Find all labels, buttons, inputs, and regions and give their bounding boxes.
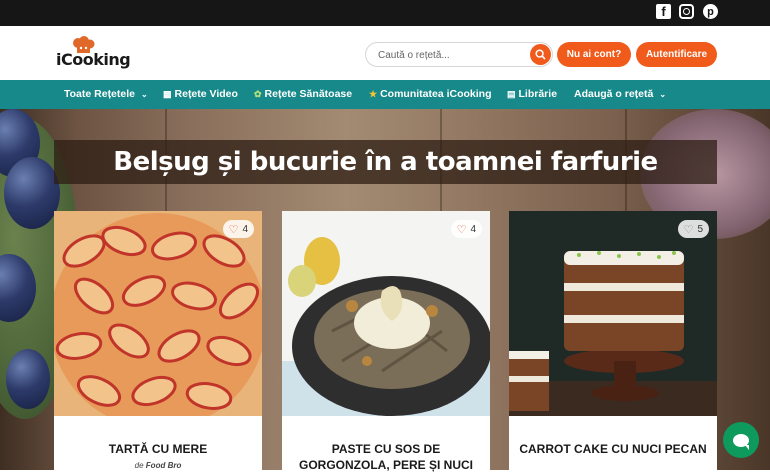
main-nav: Toate Rețetele ⌄ ▩ Rețete Video ✿ Rețete Să… (0, 80, 770, 109)
hero-title: Belșug și bucurie în a toamnei farfurie (113, 147, 658, 177)
chevron-down-icon: ⌄ (659, 90, 667, 99)
recipe-image-gorgonzola-pasta[interactable] (282, 211, 490, 416)
nav-item-healthy-recipes[interactable]: ✿ Rețete Sănătoase (254, 80, 352, 109)
site-header: iCooking Nu ai cont? Autentificare (0, 26, 770, 80)
nav-label: Librărie (518, 88, 558, 100)
nav-item-bookstore[interactable]: ▤ Librărie (507, 80, 557, 109)
no-account-button[interactable]: Nu ai cont? (557, 42, 631, 67)
recipe-title[interactable]: CARROT CAKE CU NUCI PECAN (519, 441, 707, 457)
recipe-image-carrot-cake[interactable] (509, 211, 717, 416)
site-logo[interactable]: iCooking (56, 36, 131, 72)
nav-label: Adaugă o rețetă (574, 88, 654, 100)
star-icon: ★ (369, 89, 378, 99)
heart-icon: ♡ (228, 223, 239, 236)
nav-item-add-recipe[interactable]: Adaugă o rețetă ⌄ (574, 80, 666, 109)
recipe-title[interactable]: TARTĂ CU MERE (64, 441, 252, 457)
like-count: 4 (470, 223, 476, 235)
recipe-card[interactable]: ♡ 5 CARROT CAKE CU NUCI PECAN (509, 211, 717, 471)
like-button[interactable]: ♡ 4 (222, 220, 254, 238)
search-button[interactable] (530, 44, 551, 65)
logo-text: iCooking (56, 50, 131, 69)
hero-banner: Belșug și bucurie în a toamnei farfurie (54, 140, 717, 184)
heart-icon: ♡ (456, 223, 467, 236)
pinterest-icon[interactable]: p (703, 4, 718, 19)
chat-button[interactable] (723, 422, 759, 458)
leaf-icon: ✿ (254, 89, 262, 99)
like-count: 5 (697, 223, 703, 235)
chevron-down-icon: ⌄ (141, 90, 148, 99)
top-bar: f p (0, 0, 770, 26)
nav-item-community[interactable]: ★ Comunitatea iCooking (369, 80, 492, 109)
recipe-author: de Food Bro (54, 461, 262, 470)
search-icon (535, 49, 546, 60)
nav-label: Rețete Video (174, 88, 238, 100)
like-button[interactable]: ♡ 4 (450, 220, 482, 238)
recipe-title[interactable]: PASTE CU SOS DE GORGONZOLA, PERE ȘI NUCI (292, 441, 480, 473)
plum-decoration (6, 349, 50, 409)
nav-item-all-recipes[interactable]: Toate Rețetele ⌄ (64, 80, 148, 109)
nav-label: Comunitatea iCooking (380, 88, 492, 100)
instagram-icon[interactable] (679, 4, 694, 19)
recipe-card[interactable]: ♡ 4 TARTĂ CU MERE de Food Bro (54, 211, 262, 471)
plum-decoration (4, 157, 60, 229)
search-box (365, 42, 553, 67)
book-icon: ▤ (507, 89, 516, 99)
facebook-icon[interactable]: f (656, 4, 671, 19)
recipe-image-apple-tart[interactable] (54, 211, 262, 416)
nav-label: Toate Rețetele (64, 88, 135, 100)
nav-item-video-recipes[interactable]: ▩ Rețete Video (163, 80, 238, 109)
recipe-card[interactable]: ♡ 4 PASTE CU SOS DE GORGONZOLA, PERE ȘI … (282, 211, 490, 473)
author-name[interactable]: Food Bro (146, 461, 182, 470)
like-count: 4 (242, 223, 248, 235)
login-button[interactable]: Autentificare (636, 42, 717, 67)
author-prefix: de (134, 461, 144, 470)
chat-icon (733, 433, 749, 450)
like-button[interactable]: ♡ 5 (677, 220, 709, 238)
nav-label: Rețete Sănătoase (264, 88, 353, 100)
video-icon: ▩ (163, 89, 172, 99)
heart-icon: ♡ (683, 223, 694, 236)
search-input[interactable] (378, 47, 528, 63)
